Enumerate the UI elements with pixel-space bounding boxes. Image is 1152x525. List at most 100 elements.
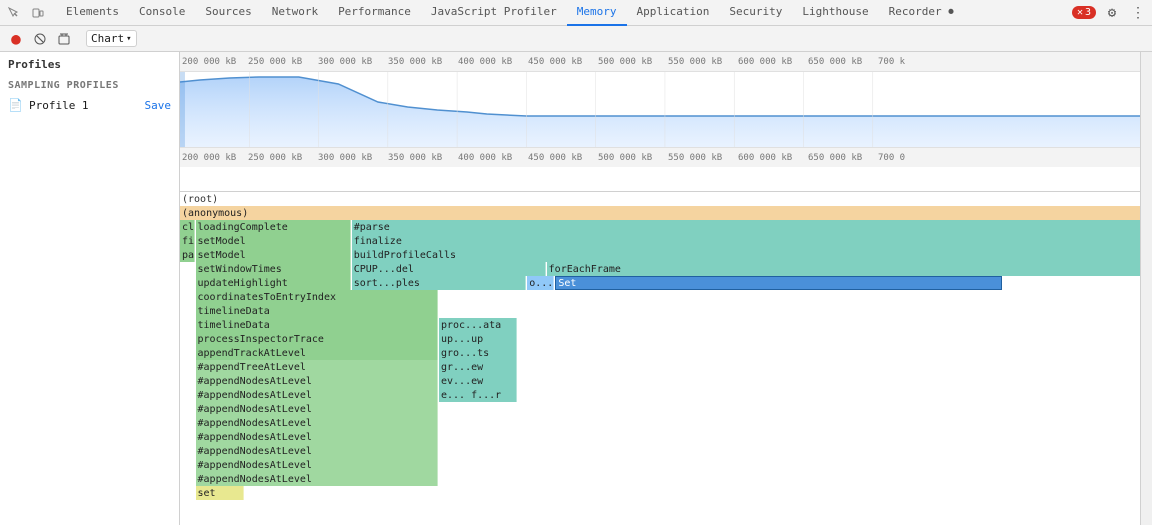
devtools-icons bbox=[4, 3, 48, 23]
tab-elements[interactable]: Elements bbox=[56, 0, 129, 26]
flame-cell-12-1[interactable]: gr...ew bbox=[439, 360, 517, 374]
vertical-scrollbar[interactable] bbox=[1140, 52, 1152, 525]
profile-name: Profile 1 bbox=[29, 99, 139, 112]
flame-cell-13-0[interactable]: #appendNodesAtLevel bbox=[196, 374, 439, 388]
flame-row-5: setWindowTimesCPUP...delforEachFrame bbox=[180, 262, 1140, 276]
flame-cell-11-1[interactable]: gro...ts bbox=[439, 346, 517, 360]
content-area: 200 000 kB 250 000 kB 300 000 kB 350 000… bbox=[180, 52, 1140, 525]
flame-cell-10-0[interactable]: processInspectorTrace bbox=[196, 332, 439, 346]
chart-type-select[interactable]: Chart ▾ bbox=[86, 30, 137, 47]
flame-row-1: (anonymous) bbox=[180, 206, 1140, 220]
flame-row-0: (root) bbox=[180, 192, 1140, 206]
flamechart-area[interactable]: (root)(anonymous)closeloadingComplete#pa… bbox=[180, 192, 1140, 525]
tab-performance[interactable]: Performance bbox=[328, 0, 421, 26]
sidebar: Profiles SAMPLING PROFILES 📄 Profile 1 S… bbox=[0, 52, 180, 525]
tab-memory[interactable]: Memory bbox=[567, 0, 627, 26]
record-button[interactable]: ● bbox=[6, 29, 26, 49]
timeline-ruler-top: 200 000 kB 250 000 kB 300 000 kB 350 000… bbox=[180, 52, 1140, 72]
flame-cell-3-0[interactable]: fin...ce bbox=[180, 234, 195, 248]
flame-cell-21-0[interactable]: set bbox=[196, 486, 245, 500]
flame-cell-15-0[interactable]: #appendNodesAtLevel bbox=[196, 402, 439, 416]
settings-icon[interactable]: ⚙ bbox=[1102, 3, 1122, 23]
flame-cell-4-1[interactable]: setModel bbox=[196, 248, 351, 262]
error-count: 3 bbox=[1085, 7, 1091, 18]
top-bar-right: ✕ 3 ⚙ ⋮ bbox=[1072, 3, 1148, 23]
flame-cell-2-1[interactable]: loadingComplete bbox=[196, 220, 351, 234]
flame-row-20: #appendNodesAtLevel bbox=[180, 472, 1140, 486]
stop-recording-button[interactable] bbox=[30, 29, 50, 49]
more-options-icon[interactable]: ⋮ bbox=[1128, 3, 1148, 23]
flame-cell-4-0[interactable]: pa...at bbox=[180, 248, 195, 262]
flame-cell-3-1[interactable]: setModel bbox=[196, 234, 351, 248]
ruler-bottom-6: 500 000 kB bbox=[598, 153, 652, 163]
flame-cell-10-1[interactable]: up...up bbox=[439, 332, 517, 346]
ruler-label-6: 500 000 kB bbox=[598, 57, 652, 67]
flame-row-10: processInspectorTraceup...up bbox=[180, 332, 1140, 346]
flame-cell-6-1[interactable]: sort...ples bbox=[352, 276, 527, 290]
tab-network[interactable]: Network bbox=[262, 0, 328, 26]
ruler-label-7: 550 000 kB bbox=[668, 57, 722, 67]
flame-cell-5-2[interactable]: forEachFrame bbox=[547, 262, 1140, 276]
main-layout: Profiles SAMPLING PROFILES 📄 Profile 1 S… bbox=[0, 52, 1152, 525]
flame-cell-3-2[interactable]: finalize bbox=[352, 234, 1140, 248]
ruler-bottom-4: 400 000 kB bbox=[458, 153, 512, 163]
sidebar-section-label: SAMPLING PROFILES bbox=[0, 77, 179, 94]
tab-recorder[interactable]: Recorder ⏺ bbox=[879, 0, 964, 26]
flame-row-3: fin...cesetModelfinalize bbox=[180, 234, 1140, 248]
error-badge[interactable]: ✕ 3 bbox=[1072, 6, 1096, 19]
tab-security[interactable]: Security bbox=[719, 0, 792, 26]
ruler-bottom-7: 550 000 kB bbox=[668, 153, 722, 163]
flame-cell-4-2[interactable]: buildProfileCalls bbox=[352, 248, 1140, 262]
clear-button[interactable] bbox=[54, 29, 74, 49]
flame-cell-12-0[interactable]: #appendTreeAtLevel bbox=[196, 360, 439, 374]
flame-cell-13-1[interactable]: ev...ew bbox=[439, 374, 517, 388]
flame-row-11: appendTrackAtLevelgro...ts bbox=[180, 346, 1140, 360]
flame-cell-6-0[interactable]: updateHighlight bbox=[196, 276, 351, 290]
tab-application[interactable]: Application bbox=[627, 0, 720, 26]
inspect-element-icon[interactable] bbox=[4, 3, 24, 23]
flame-cell-9-1[interactable]: proc...ata bbox=[439, 318, 517, 332]
flame-cell-14-0[interactable]: #appendNodesAtLevel bbox=[196, 388, 439, 402]
ruler-label-1: 250 000 kB bbox=[248, 57, 302, 67]
flame-cell-6-2[interactable]: o...k bbox=[527, 276, 554, 290]
timeline-svg bbox=[180, 72, 1140, 147]
flame-cell-1-0[interactable]: (anonymous) bbox=[180, 206, 1140, 220]
save-button[interactable]: Save bbox=[145, 99, 172, 112]
flame-row-15: #appendNodesAtLevel bbox=[180, 402, 1140, 416]
flame-cell-11-0[interactable]: appendTrackAtLevel bbox=[196, 346, 439, 360]
flame-cell-5-1[interactable]: CPUP...del bbox=[352, 262, 546, 276]
ruler-bottom-10: 700 0 bbox=[878, 153, 905, 163]
tab-sources[interactable]: Sources bbox=[195, 0, 261, 26]
flame-cell-2-2[interactable]: #parse bbox=[352, 220, 1140, 234]
flame-row-12: #appendTreeAtLevelgr...ew bbox=[180, 360, 1140, 374]
flame-cell-16-0[interactable]: #appendNodesAtLevel bbox=[196, 416, 439, 430]
flame-cell-0-0[interactable]: (root) bbox=[180, 192, 1140, 206]
timeline-area: 200 000 kB 250 000 kB 300 000 kB 350 000… bbox=[180, 52, 1140, 192]
ruler-bottom-1: 250 000 kB bbox=[248, 153, 302, 163]
profile-icon: 📄 bbox=[8, 98, 23, 112]
ruler-label-8: 600 000 kB bbox=[738, 57, 792, 67]
flame-row-19: #appendNodesAtLevel bbox=[180, 458, 1140, 472]
flame-cell-14-1[interactable]: e... f...r bbox=[439, 388, 517, 402]
profile-item[interactable]: 📄 Profile 1 Save bbox=[0, 94, 179, 116]
timeline-chart[interactable] bbox=[180, 72, 1140, 147]
flame-cell-7-0[interactable]: coordinatesToEntryIndex bbox=[196, 290, 439, 304]
flame-cell-9-0[interactable]: timelineData bbox=[196, 318, 439, 332]
ruler-label-10: 700 k bbox=[878, 57, 905, 67]
flame-cell-2-0[interactable]: close bbox=[180, 220, 195, 234]
flame-cell-19-0[interactable]: #appendNodesAtLevel bbox=[196, 458, 439, 472]
flame-cell-6-3[interactable]: Set bbox=[555, 276, 1001, 290]
flame-row-13: #appendNodesAtLevelev...ew bbox=[180, 374, 1140, 388]
flame-cell-18-0[interactable]: #appendNodesAtLevel bbox=[196, 444, 439, 458]
flame-cell-20-0[interactable]: #appendNodesAtLevel bbox=[196, 472, 439, 486]
flame-cell-17-0[interactable]: #appendNodesAtLevel bbox=[196, 430, 439, 444]
tab-lighthouse[interactable]: Lighthouse bbox=[792, 0, 878, 26]
device-toolbar-icon[interactable] bbox=[28, 3, 48, 23]
flame-row-18: #appendNodesAtLevel bbox=[180, 444, 1140, 458]
flame-cell-5-0[interactable]: setWindowTimes bbox=[196, 262, 351, 276]
tab-console[interactable]: Console bbox=[129, 0, 195, 26]
flame-cell-8-0[interactable]: timelineData bbox=[196, 304, 439, 318]
flame-row-17: #appendNodesAtLevel bbox=[180, 430, 1140, 444]
tab-javascript-profiler[interactable]: JavaScript Profiler bbox=[421, 0, 567, 26]
ruler-label-3: 350 000 kB bbox=[388, 57, 442, 67]
